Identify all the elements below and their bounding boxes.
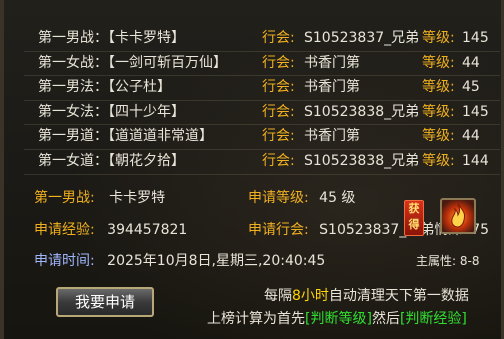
level-value: 145 [462,103,489,120]
notice-text: 自动清理天下第一数据 [328,288,469,304]
ranking-title: 第一女法：【四十少年】 [38,103,185,120]
level-label: 等级: [422,128,455,145]
ranking-panel: 第一男战：【卡卡罗特】 行会: S10523837_兄弟 等级: 145 第一女… [0,0,504,339]
notice-highlight-hours: 8小时 [292,288,329,304]
apply-level-row: 申请等级: 45 级 [248,187,355,207]
ranking-title: 第一女战：【一剑可斩百万仙】 [38,54,227,71]
ranking-title: 第一男战：【卡卡罗特】 [38,30,185,46]
ranking-title: 第一男法：【公子杜】 [38,79,171,96]
apply-exp-value: 394457821 [107,222,188,238]
level-value: 44 [462,54,480,71]
ranking-row-mage-male[interactable]: 第一男法：【公子杜】 行会: 书香门第 等级: 45 [24,76,500,101]
level-value: 45 [462,79,480,96]
guild-name: 书香门第 [304,54,360,71]
level-label: 等级: [422,152,455,169]
detail-title-row: 第一男战: 卡卡罗特 [34,187,165,207]
detail-title-value: 卡卡罗特 [109,190,166,206]
fire-attribute-icon-graphic [451,203,465,228]
notice-line-1: 每隔8小时自动清理天下第一数据 [264,285,469,305]
apply-level-label: 申请等级: [248,190,309,206]
guild-name: 书香门第 [304,128,360,145]
fire-attribute-icon[interactable] [440,198,476,234]
level-value: 145 [462,30,489,46]
guild-label: 行会: [262,54,295,71]
main-attribute: 主属性: 8-8 [416,254,480,268]
ranking-row-warrior-male[interactable]: 第一男战：【卡卡罗特】 行会: S10523837_兄弟 等级: 145 [24,27,500,52]
notice-highlight-exp: [判断经验] [399,311,467,327]
apply-level-value: 45 级 [319,190,356,206]
apply-button[interactable]: 我要申请 [56,287,154,317]
apply-time-row: 申请时间: 2025年10月8日,星期三,20:40:45 [34,250,325,270]
guild-name: S10523838_兄弟 [304,103,420,120]
guild-name: S10523838_兄弟 [304,152,420,169]
notice-highlight-level: [判断等级] [305,311,372,327]
guild-label: 行会: [262,30,295,46]
obtained-badge: 获得 [404,200,424,236]
notice-line-2: 上榜计算为首先[判断等级]然后[判断经验] [207,308,467,328]
level-value: 144 [462,152,489,169]
level-label: 等级: [422,79,455,96]
level-label: 等级: [422,54,455,71]
ranking-list: 第一男战：【卡卡罗特】 行会: S10523837_兄弟 等级: 145 第一女… [24,27,500,175]
ranking-row-taoist-female[interactable]: 第一女道：【朝花夕拾】 行会: S10523838_兄弟 等级: 144 [24,150,500,175]
ranking-row-warrior-female[interactable]: 第一女战：【一剑可斩百万仙】 行会: 书香门第 等级: 44 [24,52,500,77]
ranking-title: 第一男道：【道道道非常道】 [38,128,213,145]
notice-text: 每隔 [264,288,292,304]
level-label: 等级: [422,103,455,120]
guild-label: 行会: [262,79,295,96]
level-label: 等级: [422,30,455,46]
guild-label: 行会: [262,152,295,169]
guild-name: 书香门第 [304,79,360,96]
guild-label: 行会: [262,103,295,120]
guild-name: S10523837_兄弟 [304,30,420,46]
apply-guild-label: 申请行会: [248,222,309,238]
notice-text: 然后 [371,311,400,327]
apply-time-value: 2025年10月8日,星期三,20:40:45 [107,253,326,269]
ranking-title: 第一女道：【朝花夕拾】 [38,152,185,169]
notice-text: 上榜计算为首先 [207,311,305,327]
apply-exp-row: 申请经验: 394457821 [34,219,187,239]
detail-title-label: 第一男战: [34,190,95,206]
level-value: 44 [462,128,480,145]
ranking-row-mage-female[interactable]: 第一女法：【四十少年】 行会: S10523838_兄弟 等级: 145 [24,101,500,126]
apply-exp-label: 申请经验: [34,222,95,238]
apply-time-label: 申请时间: [34,253,95,269]
ranking-row-taoist-male[interactable]: 第一男道：【道道道非常道】 行会: 书香门第 等级: 44 [24,125,500,150]
guild-label: 行会: [262,128,295,145]
